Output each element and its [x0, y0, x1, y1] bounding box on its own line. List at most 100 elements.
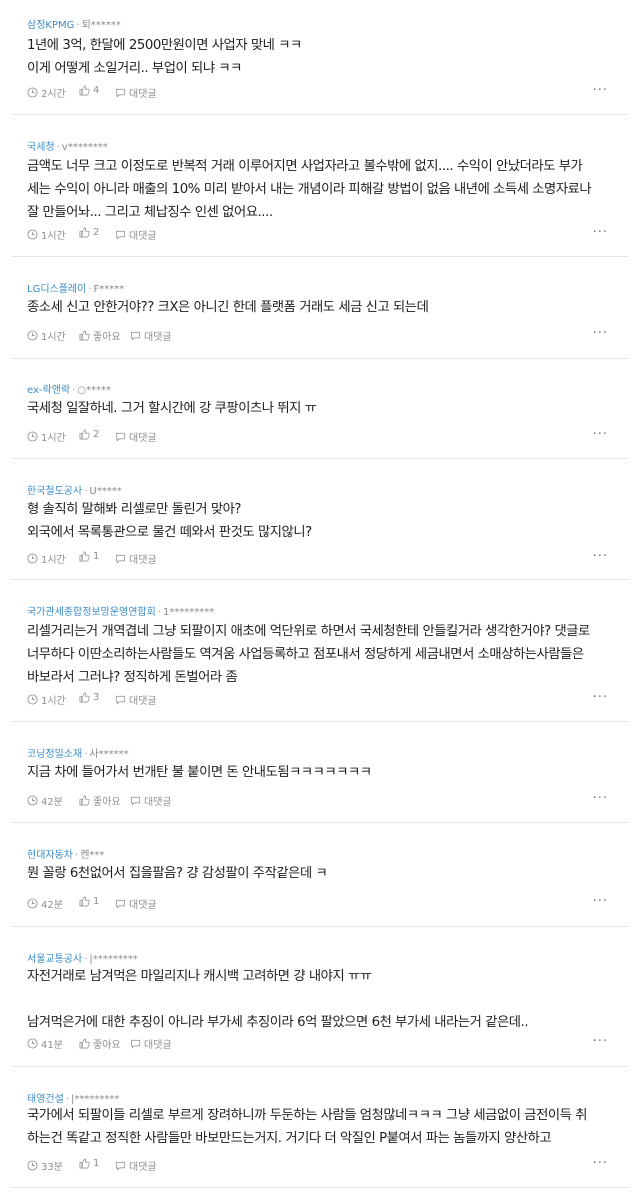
- comment-line: 국세청 일잘하네. 그거 할시간에 강 쿠팡이츠나 뛰지 ㅠ: [27, 401, 317, 416]
- speech-bubble-icon: [115, 1161, 126, 1171]
- clock-icon: [27, 694, 38, 705]
- more-options-button[interactable]: ···: [593, 83, 608, 98]
- like-count: 1: [93, 896, 100, 907]
- clock-icon: [27, 431, 38, 442]
- comment-line: 금액도 너무 크고 이정도로 반복적 거래 이루어지면 사업자라고 볼수밖에 없…: [27, 159, 583, 174]
- like-button[interactable]: 1: [79, 551, 99, 562]
- comment-meta: 코닝정밀소재 · 사******: [27, 745, 129, 760]
- reply-button[interactable]: 대댓글: [115, 85, 157, 100]
- comment-line: 남겨먹은거에 대한 추징이 아니라 부가세 추징이라 6억 팔았으면 6천 부가…: [27, 1015, 529, 1030]
- reply-button[interactable]: 대댓글: [115, 1158, 157, 1173]
- reply-label: 대댓글: [129, 900, 157, 911]
- speech-bubble-icon: [115, 695, 126, 705]
- separator-dot: ·: [84, 954, 88, 965]
- time-label: 1시간: [41, 555, 66, 566]
- company-name[interactable]: 한국철도공사: [27, 486, 82, 497]
- comment-time: 33분: [27, 1158, 63, 1173]
- time-label: 33분: [41, 1162, 63, 1173]
- more-options-button[interactable]: ···: [593, 326, 608, 341]
- comment-body: 지금 차에 들어가서 번개탄 불 붙이면 돈 안내도됨ㅋㅋㅋㅋㅋㅋㅋ: [27, 761, 613, 784]
- company-name[interactable]: 국가관세종합정보망운영연합회: [27, 607, 156, 618]
- clock-icon: [27, 229, 38, 240]
- company-name[interactable]: 서울교통공사: [27, 954, 82, 965]
- more-options-button[interactable]: ···: [593, 549, 608, 564]
- comment-time: 42분: [27, 896, 63, 911]
- company-name[interactable]: LG디스플레이: [27, 284, 86, 295]
- author-name: ○*****: [77, 385, 112, 396]
- company-name[interactable]: 삼정KPMG: [27, 20, 74, 31]
- comment-time: 42분: [27, 793, 63, 808]
- speech-bubble-icon: [115, 88, 126, 98]
- more-options-button[interactable]: ···: [593, 1034, 608, 1049]
- like-button[interactable]: 4: [79, 85, 99, 96]
- more-options-button[interactable]: ···: [593, 894, 608, 909]
- speech-bubble-icon: [115, 432, 126, 442]
- author-name: U*****: [89, 486, 122, 497]
- comment-line: 잘 만들어놔... 그리고 체납징수 인센 없어요....: [27, 205, 273, 220]
- comment-footer: 1시간 1 대댓글 ···: [27, 549, 628, 566]
- more-options-button[interactable]: ···: [593, 225, 608, 240]
- comment-item: 코닝정밀소재 · 사****** 지금 차에 들어가서 번개탄 불 붙이면 돈 안내…: [12, 722, 628, 823]
- clock-icon: [27, 330, 38, 341]
- reply-button[interactable]: 대댓글: [130, 328, 172, 343]
- comment-line: 세는 수익이 아니라 매출의 10% 미리 받아서 내는 개념이라 피해갈 방법…: [27, 182, 592, 197]
- more-options-button[interactable]: ···: [593, 427, 608, 442]
- reply-button[interactable]: 대댓글: [115, 692, 157, 707]
- comment-line: 이게 어떻게 소일거리.. 부업이 되냐 ㅋㅋ: [27, 61, 242, 76]
- comment-meta: 서울교통공사 · |*********: [27, 950, 138, 965]
- comment-footer: 1시간 좋아요 대댓글 ···: [27, 326, 628, 343]
- reply-label: 대댓글: [129, 89, 157, 100]
- comment-footer: 1시간 2 대댓글 ···: [27, 225, 628, 242]
- comment-time: 1시간: [27, 227, 66, 242]
- reply-button[interactable]: 대댓글: [130, 793, 172, 808]
- like-count: 1: [93, 1158, 100, 1169]
- company-name[interactable]: 국세청: [27, 142, 55, 153]
- reply-label: 대댓글: [129, 1162, 157, 1173]
- clock-icon: [27, 553, 38, 564]
- comment-meta: ex-락앤락 · ○*****: [27, 381, 111, 396]
- like-button[interactable]: 2: [79, 227, 99, 238]
- comment-meta: LG디스플레이 · F*****: [27, 280, 124, 295]
- thumbs-up-icon: [79, 429, 90, 440]
- comment-footer: 42분 좋아요 대댓글 ···: [27, 791, 628, 808]
- comment-body: 형 솔직히 말해봐 리셀로만 돌린거 맞아? 외국에서 목록통관으로 물건 떼와…: [27, 498, 613, 544]
- clock-icon: [27, 795, 38, 806]
- like-button[interactable]: 2: [79, 429, 99, 440]
- more-options-button[interactable]: ···: [593, 690, 608, 705]
- reply-button[interactable]: 대댓글: [115, 551, 157, 566]
- thumbs-up-icon: [79, 1158, 90, 1169]
- comment-time: 41분: [27, 1036, 63, 1051]
- clock-icon: [27, 898, 38, 909]
- comment-footer: 1시간 2 대댓글 ···: [27, 427, 628, 444]
- separator-dot: ·: [84, 486, 88, 497]
- like-button[interactable]: 좋아요: [79, 328, 121, 343]
- like-count: 1: [93, 551, 100, 562]
- separator-dot: ·: [157, 607, 161, 618]
- like-button[interactable]: 좋아요: [79, 793, 121, 808]
- comment-body: 금액도 너무 크고 이정도로 반복적 거래 이루어지면 사업자라고 볼수밖에 없…: [27, 155, 613, 224]
- comment-item: 한국철도공사 · U***** 형 솔직히 말해봐 리셀로만 돌린거 맞아? 외국에…: [12, 459, 628, 580]
- reply-button[interactable]: 대댓글: [115, 896, 157, 911]
- author-name: 퇴******: [81, 20, 121, 31]
- reply-label: 대댓글: [144, 797, 172, 808]
- comment-line: 형 솔직히 말해봐 리셀로만 돌린거 맞아?: [27, 502, 242, 517]
- reply-button[interactable]: 대댓글: [115, 429, 157, 444]
- reply-button[interactable]: 대댓글: [115, 227, 157, 242]
- company-name[interactable]: 코닝정밀소재: [27, 749, 82, 760]
- like-count: 좋아요: [93, 1040, 121, 1051]
- reply-button[interactable]: 대댓글: [130, 1036, 172, 1051]
- separator-dot: ·: [72, 385, 76, 396]
- like-button[interactable]: 1: [79, 896, 99, 907]
- author-name: 사******: [89, 749, 129, 760]
- like-button[interactable]: 좋아요: [79, 1036, 121, 1051]
- separator-dot: ·: [56, 142, 60, 153]
- company-name[interactable]: ex-락앤락: [27, 385, 70, 396]
- comment-line: 뭔 꼴랑 6천없어서 집을팔음? 걍 감성팔이 주작같은데 ㅋ: [27, 866, 328, 881]
- comment-item: 태영건설 · |********* 국가에서 되팔이들 리셀로 부르게 장려하니까 …: [12, 1067, 628, 1188]
- more-options-button[interactable]: ···: [593, 791, 608, 806]
- reply-label: 대댓글: [129, 696, 157, 707]
- company-name[interactable]: 현대자동차: [27, 850, 73, 861]
- more-options-button[interactable]: ···: [593, 1156, 608, 1171]
- like-button[interactable]: 1: [79, 1158, 99, 1169]
- like-button[interactable]: 3: [79, 692, 99, 703]
